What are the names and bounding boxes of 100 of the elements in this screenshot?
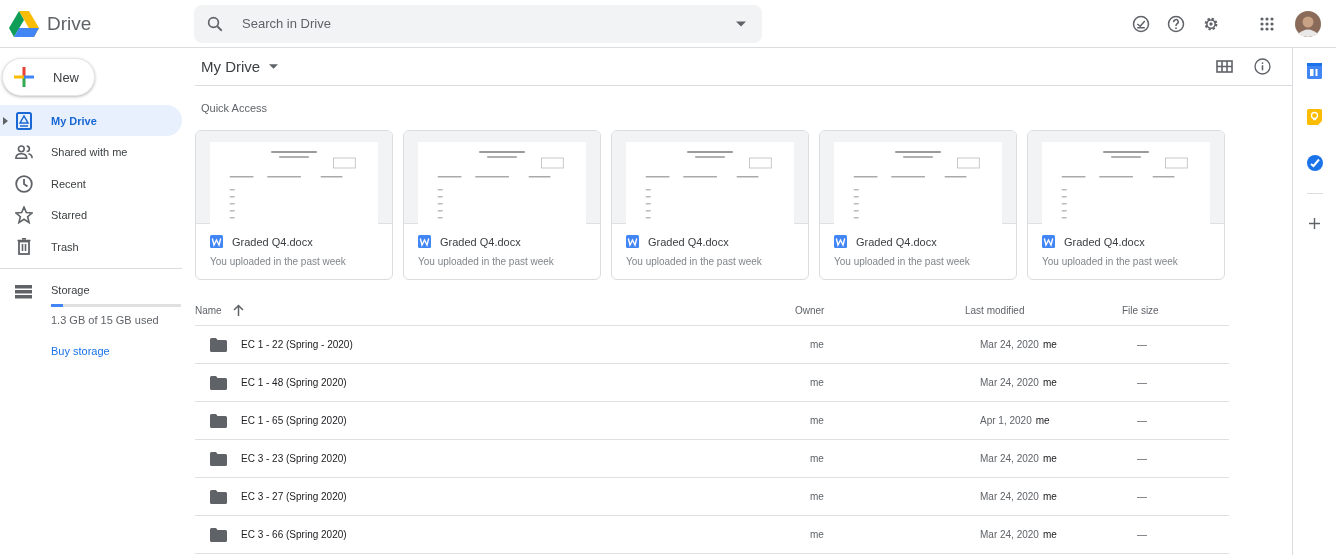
file-size-cell: — [1137,453,1147,464]
file-size-cell: — [1137,529,1147,540]
buy-storage-link[interactable]: Buy storage [51,345,181,357]
file-row[interactable]: EC 1 - 22 (Spring - 2020) me Mar 24, 2020 me — [195,326,1229,364]
modified-by: me [1042,491,1057,502]
folder-name: EC 1 - 65 (Spring 2020) [241,415,347,426]
storage-usage: 1.3 GB of 15 GB used [51,314,160,326]
folder-name: EC 3 - 23 (Spring 2020) [241,453,347,464]
nav-item[interactable]: Starred [0,199,182,231]
location-dropdown[interactable]: My Drive [195,51,285,82]
plus-icon [14,67,34,87]
sort-arrow-icon[interactable] [232,304,244,316]
file-size-cell: — [1137,339,1147,350]
owner-cell: me [810,415,824,426]
file-row[interactable]: EC 3 - 23 (Spring 2020) me Mar 24, 2020 me — [195,440,1229,478]
caret-icon [269,64,279,69]
file-size-cell: — [1137,415,1147,426]
folder-name: EC 1 - 22 (Spring - 2020) [241,339,353,350]
modified-by: me [1042,453,1057,464]
file-name: Graded Q4.docx [1064,235,1145,248]
file-activity: You uploaded in the past week [210,256,347,267]
nav-item[interactable]: Recent [0,168,182,199]
folder-name: EC 3 - 66 (Spring 2020) [241,529,347,540]
word-document-icon [210,235,223,248]
word-document-icon [418,235,431,248]
checkmark-circle-icon[interactable] [1132,14,1150,33]
column-header[interactable]: Name [195,304,222,316]
file-row[interactable]: EC 3 - 27 (Spring 2020) me Mar 24, 2020 me — [195,478,1229,516]
apps-grid-icon[interactable] [1260,16,1274,31]
word-document-icon [1042,235,1055,248]
storage-label: Storage [51,284,91,296]
nav-item[interactable]: Shared with me [0,136,182,168]
column-header[interactable]: Owner [795,304,825,316]
modified-date: Mar 24, 2020 [980,377,1039,388]
folder-name: EC 3 - 27 (Spring 2020) [241,491,347,502]
modified-by: me [1035,415,1050,426]
add-icon[interactable] [1309,218,1320,229]
drive-logo-icon[interactable] [9,10,39,37]
file-card[interactable]: Graded Q4.docx You uploaded in the past week [195,130,393,280]
app-name: Drive [47,12,92,35]
search-bar[interactable]: Search in Drive [194,4,762,43]
storage-icon [15,285,32,299]
info-icon[interactable] [1254,58,1271,75]
owner-cell: me [810,339,824,350]
drive-folder-icon [15,111,33,130]
grid-view-icon[interactable] [1216,60,1233,73]
clock-icon [15,174,33,193]
folder-icon [210,413,227,428]
owner-cell: me [810,529,824,540]
modified-date: Mar 24, 2020 [980,453,1039,464]
file-size-cell: — [1137,491,1147,502]
file-activity: You uploaded in the past week [1042,256,1179,267]
modified-date: Apr 1, 2020 [980,415,1032,426]
nav-item[interactable]: My Drive [0,105,182,136]
file-size-cell: — [1137,377,1147,388]
people-icon [15,144,33,160]
word-document-icon [834,235,847,248]
file-card[interactable]: Graded Q4.docx You uploaded in the past week [1027,130,1225,280]
owner-cell: me [810,453,824,464]
file-row[interactable]: EC 1 - 65 (Spring 2020) me Apr 1, 2020 me — [195,402,1229,440]
file-name: Graded Q4.docx [232,235,313,248]
search-field[interactable]: Search in Drive [240,15,720,32]
column-header[interactable]: Last modified [965,304,1025,316]
modified-date: Mar 24, 2020 [980,529,1039,540]
modified-by: me [1042,339,1057,350]
file-card[interactable]: Graded Q4.docx You uploaded in the past week [611,130,809,280]
file-activity: You uploaded in the past week [834,256,971,267]
file-activity: You uploaded in the past week [626,256,763,267]
search-icon [206,14,224,33]
dropdown-caret-icon[interactable] [736,20,746,27]
checkmark-circle-icon[interactable] [1306,155,1323,171]
trash-icon [15,238,33,255]
modified-by: me [1042,529,1057,540]
new-button[interactable]: New [2,58,95,96]
file-card[interactable]: Graded Q4.docx You uploaded in the past week [819,130,1017,280]
file-row[interactable]: EC 3 - 66 (Spring 2020) me Mar 24, 2020 me — [195,516,1229,554]
folder-name: EC 1 - 48 (Spring 2020) [241,377,347,388]
modified-date: Mar 24, 2020 [980,339,1039,350]
expand-arrow-icon[interactable] [3,117,8,125]
owner-cell: me [810,377,824,388]
calendar-icon[interactable] [1307,63,1322,79]
file-row[interactable]: EC 1 - 48 (Spring 2020) me Mar 24, 2020 me — [195,364,1229,402]
nav-item[interactable]: Trash [0,231,182,262]
word-document-icon [626,235,639,248]
section-title: Quick Access [200,101,269,114]
file-name: Graded Q4.docx [856,235,937,248]
avatar-icon[interactable] [1295,10,1321,37]
file-activity: You uploaded in the past week [418,256,555,267]
star-icon [15,206,33,224]
modified-date: Mar 24, 2020 [980,491,1039,502]
folder-icon [210,489,227,504]
owner-cell: me [810,491,824,502]
folder-icon [210,527,227,542]
folder-icon [210,337,227,352]
file-name: Graded Q4.docx [648,235,729,248]
help-icon[interactable] [1167,14,1185,33]
column-header[interactable]: File size [1122,304,1159,316]
file-card[interactable]: Graded Q4.docx You uploaded in the past week [403,130,601,280]
file-name: Graded Q4.docx [440,235,521,248]
folder-icon [210,451,227,466]
